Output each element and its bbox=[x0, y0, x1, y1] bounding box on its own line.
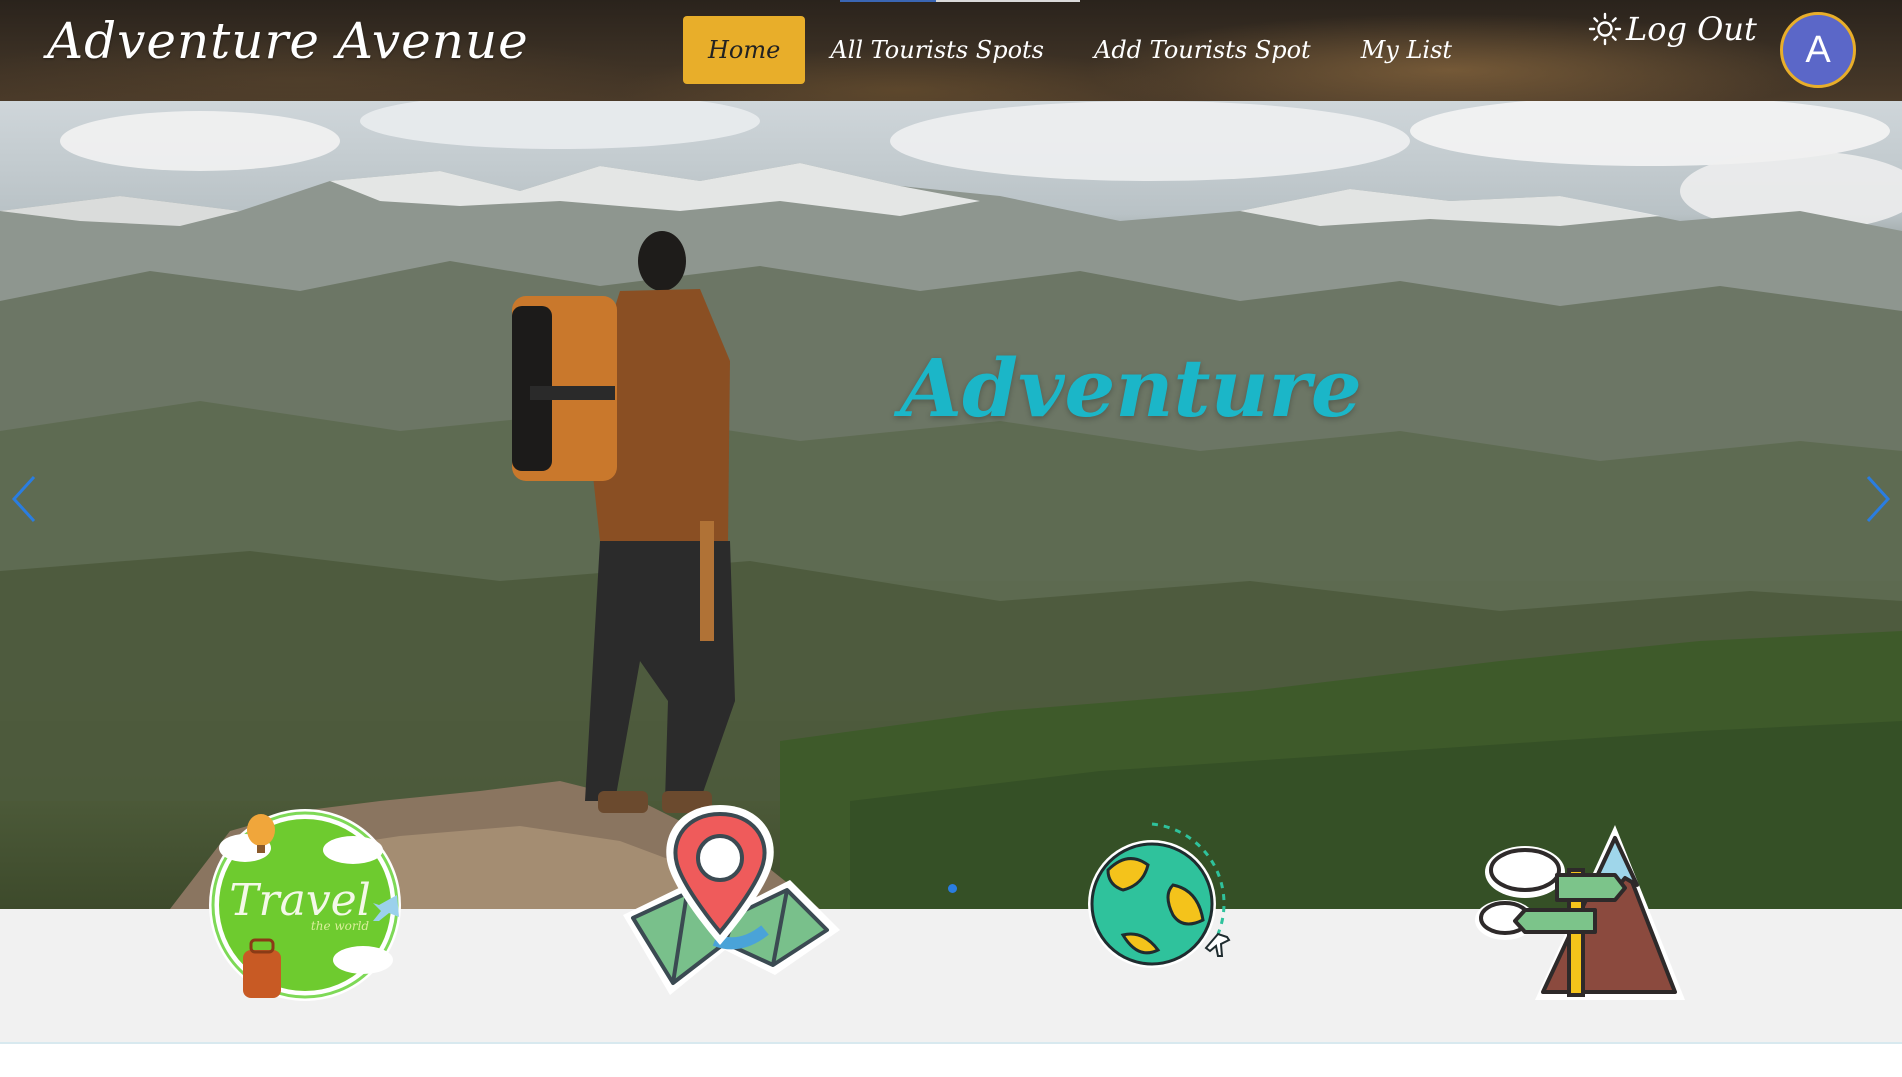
feature-signpost bbox=[1465, 810, 1685, 1014]
chevron-left-icon[interactable] bbox=[4, 469, 44, 529]
map-pin-icon bbox=[623, 805, 840, 995]
nav-link-add-tourists-spot[interactable]: Add Tourists Spot bbox=[1069, 16, 1336, 84]
hero-background-image bbox=[0, 101, 1902, 909]
globe-plane-icon bbox=[1088, 822, 1231, 968]
sun-icon[interactable] bbox=[1588, 12, 1622, 46]
hero-carousel: Adventure bbox=[0, 101, 1902, 909]
feature-travel: Travel the world bbox=[205, 800, 415, 1014]
loading-strip bbox=[840, 0, 1080, 2]
signpost-mountain-icon bbox=[1475, 825, 1685, 1000]
feature-map bbox=[615, 800, 845, 1019]
nav-link-my-list[interactable]: My List bbox=[1336, 16, 1477, 84]
travel-badge-icon: Travel the world bbox=[209, 809, 401, 1001]
chevron-right-icon[interactable] bbox=[1858, 469, 1898, 529]
feature-globe bbox=[1078, 810, 1248, 984]
carousel-dot-active[interactable] bbox=[948, 884, 957, 893]
navbar: Adventure Avenue Home All Tourists Spots… bbox=[0, 0, 1902, 101]
nav-link-home[interactable]: Home bbox=[683, 16, 806, 84]
nav-links: Home All Tourists Spots Add Tourists Spo… bbox=[683, 16, 1477, 84]
nav-actions: Log Out bbox=[1588, 10, 1757, 48]
hero-title: Adventure bbox=[900, 341, 1362, 435]
user-avatar[interactable]: A bbox=[1780, 12, 1856, 88]
svg-text:the world: the world bbox=[311, 919, 370, 933]
nav-link-all-tourists-spots[interactable]: All Tourists Spots bbox=[805, 16, 1069, 84]
brand-logo[interactable]: Adventure Avenue bbox=[47, 12, 529, 70]
logout-button[interactable]: Log Out bbox=[1626, 10, 1757, 48]
